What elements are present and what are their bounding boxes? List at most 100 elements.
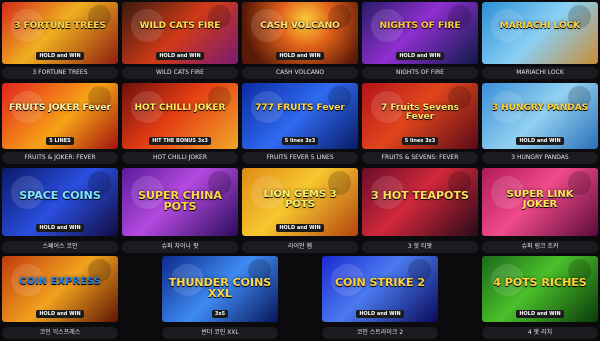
game-thumbnail[interactable]: WILD CATS FIRE HOLD and WIN <box>122 2 238 64</box>
game-tile[interactable]: CASH VOLCANO HOLD and WIN CASH VOLCANO <box>242 2 358 79</box>
game-thumbnail[interactable]: MARIACHI LOCK <box>482 2 598 64</box>
game-tile[interactable]: NIGHTS OF FIRE HOLD and WIN NIGHTS OF FIRE <box>362 2 478 79</box>
game-thumbnail[interactable]: 777 FRUITS Fever 5 lines 3x3 <box>242 83 358 149</box>
game-tile[interactable]: LION GEMS 3 POTS HOLD and WIN 라이언 젬 <box>242 168 358 253</box>
game-thumbnail[interactable]: SPACE COINS HOLD and WIN <box>2 168 118 236</box>
game-tile[interactable]: MARIACHI LOCK MARIACHI LOCK <box>482 2 598 79</box>
game-logo: 3 FORTUNE TREES <box>14 21 106 31</box>
game-title-bar[interactable]: HOT CHILLI JOKER <box>122 152 238 164</box>
game-tile[interactable]: 3 HOT TEAPOTS 3 핫 티팟 <box>362 168 478 253</box>
game-title-bar[interactable]: FRUITS & JOKER: FEVER <box>2 152 118 164</box>
game-title-bar[interactable]: WILD CATS FIRE <box>122 67 238 79</box>
game-title: 스페이스 코인 <box>42 243 78 250</box>
game-logo-subtitle: 5 lines 3x3 <box>242 137 358 145</box>
game-title-bar[interactable]: 썬더 코인 XXL <box>162 327 278 339</box>
game-tile[interactable]: COIN EXPRESS HOLD and WIN 코인 익스프레스 <box>2 256 118 339</box>
game-logo-subtitle: HOLD and WIN <box>482 310 598 318</box>
game-logo-subtitle-text: 5 lines 3x3 <box>401 137 439 145</box>
game-title-bar[interactable]: 슈퍼 링크 조커 <box>482 241 598 253</box>
game-logo: COIN STRIKE 2 <box>334 276 426 289</box>
game-title: 3 HUNGRY PANDAS <box>511 154 569 161</box>
game-logo-subtitle: HOLD and WIN <box>122 52 238 60</box>
game-logo-subtitle-text: HOLD and WIN <box>36 52 84 60</box>
game-thumbnail[interactable]: 4 POTS RICHES HOLD and WIN <box>482 256 598 322</box>
game-tile[interactable]: 7 Fruits Sevens Fever 5 lines 3x3 FRUITS &… <box>362 83 478 164</box>
game-logo: MARIACHI LOCK <box>499 21 581 31</box>
game-grid: 3 FORTUNE TREES HOLD and WIN 3 FORTUNE TRE… <box>0 0 600 341</box>
game-title-bar[interactable]: MARIACHI LOCK <box>482 67 598 79</box>
game-title-bar[interactable]: 3 핫 티팟 <box>362 241 478 253</box>
game-logo: SUPER CHINA POTS <box>138 189 222 213</box>
game-logo: NIGHTS OF FIRE <box>379 21 461 31</box>
game-tile[interactable]: WILD CATS FIRE HOLD and WIN WILD CATS FIRE <box>122 2 238 79</box>
game-tile[interactable]: SUPER LINK JOKER 슈퍼 링크 조커 <box>482 168 598 253</box>
game-thumbnail[interactable]: HOT CHILLI JOKER HIT THE BONUS 3x3 <box>122 83 238 149</box>
game-thumbnail[interactable]: 3 HOT TEAPOTS <box>362 168 478 236</box>
game-thumbnail[interactable]: THUNDER COINS XXL 3x5 <box>162 256 278 322</box>
game-title-bar[interactable]: 4 팟 리치 <box>482 327 598 339</box>
game-logo-subtitle: 5 LINES <box>2 137 118 145</box>
game-title: CASH VOLCANO <box>275 69 325 76</box>
game-title-bar[interactable]: 코인 스트라이크 2 <box>322 327 438 339</box>
game-title: 썬더 코인 XXL <box>201 329 239 336</box>
game-thumbnail[interactable]: 3 HUNGRY PANDAS HOLD and WIN <box>482 83 598 149</box>
game-thumbnail[interactable]: COIN STRIKE 2 HOLD and WIN <box>322 256 438 322</box>
game-title-bar[interactable]: 슈퍼 차이나 팟 <box>122 241 238 253</box>
game-thumbnail[interactable]: SUPER LINK JOKER <box>482 168 598 236</box>
game-thumbnail[interactable]: LION GEMS 3 POTS HOLD and WIN <box>242 168 358 236</box>
game-thumbnail[interactable]: 7 Fruits Sevens Fever 5 lines 3x3 <box>362 83 478 149</box>
game-logo-subtitle-text: 5 LINES <box>46 137 74 145</box>
game-thumbnail[interactable]: COIN EXPRESS HOLD and WIN <box>2 256 118 322</box>
game-logo: CASH VOLCANO <box>260 21 340 31</box>
game-logo-subtitle-text: HIT THE BONUS 3x3 <box>149 137 211 145</box>
game-thumbnail[interactable]: FRUITS JOKER Fever 5 LINES <box>2 83 118 149</box>
game-title-bar[interactable]: 코인 익스프레스 <box>2 327 118 339</box>
game-logo: SPACE COINS <box>19 189 101 202</box>
game-logo-subtitle: HIT THE BONUS 3x3 <box>122 137 238 145</box>
game-title: FRUITS & SEVENS: FEVER <box>381 154 459 161</box>
game-title-bar[interactable]: 라이언 젬 <box>242 241 358 253</box>
game-tile[interactable]: HOT CHILLI JOKER HIT THE BONUS 3x3 HOT CHI… <box>122 83 238 164</box>
game-logo-subtitle-text: HOLD and WIN <box>516 310 564 318</box>
game-title-bar[interactable]: 3 FORTUNE TREES <box>2 67 118 79</box>
game-title-bar[interactable]: CASH VOLCANO <box>242 67 358 79</box>
game-tile[interactable]: 777 FRUITS Fever 5 lines 3x3 FRUITS FEVER … <box>242 83 358 164</box>
game-logo-subtitle-text: HOLD and WIN <box>356 310 404 318</box>
game-tile[interactable]: 3 HUNGRY PANDAS HOLD and WIN 3 HUNGRY PAND… <box>482 83 598 164</box>
game-thumbnail[interactable]: CASH VOLCANO HOLD and WIN <box>242 2 358 64</box>
game-title: 코인 익스프레스 <box>39 329 81 336</box>
game-tile[interactable]: THUNDER COINS XXL 3x5 썬더 코인 XXL <box>162 256 278 339</box>
game-title-bar[interactable]: 3 HUNGRY PANDAS <box>482 152 598 164</box>
game-tile[interactable]: SPACE COINS HOLD and WIN 스페이스 코인 <box>2 168 118 253</box>
game-logo: 4 POTS RICHES <box>493 276 587 289</box>
game-tile[interactable]: 4 POTS RICHES HOLD and WIN 4 팟 리치 <box>482 256 598 339</box>
game-logo-subtitle-text: HOLD and WIN <box>36 310 84 318</box>
game-logo-subtitle: HOLD and WIN <box>2 224 118 232</box>
game-logo-subtitle-text: HOLD and WIN <box>156 52 204 60</box>
game-logo-subtitle: HOLD and WIN <box>362 52 478 60</box>
game-logo: 7 Fruits Sevens Fever <box>380 103 459 122</box>
game-thumbnail[interactable]: NIGHTS OF FIRE HOLD and WIN <box>362 2 478 64</box>
game-tile[interactable]: 3 FORTUNE TREES HOLD and WIN 3 FORTUNE TRE… <box>2 2 118 79</box>
game-logo: FRUITS JOKER Fever <box>9 103 111 113</box>
game-tile[interactable]: FRUITS JOKER Fever 5 LINES FRUITS & JOKER:… <box>2 83 118 164</box>
game-thumbnail[interactable]: SUPER CHINA POTS <box>122 168 238 236</box>
game-logo: LION GEMS 3 POTS <box>263 189 337 210</box>
game-logo-subtitle-text: HOLD and WIN <box>276 52 324 60</box>
game-title-bar[interactable]: 스페이스 코인 <box>2 241 118 253</box>
game-logo-subtitle-text: 5 lines 3x3 <box>281 137 319 145</box>
game-thumbnail[interactable]: 3 FORTUNE TREES HOLD and WIN <box>2 2 118 64</box>
game-logo-subtitle: 3x5 <box>162 310 278 318</box>
game-logo: THUNDER COINS XXL <box>168 276 272 300</box>
game-tile[interactable]: SUPER CHINA POTS 슈퍼 차이나 팟 <box>122 168 238 253</box>
game-title: FRUITS FEVER 5 LINES <box>266 154 334 161</box>
game-title: 3 FORTUNE TREES <box>32 69 88 76</box>
game-tile[interactable]: COIN STRIKE 2 HOLD and WIN 코인 스트라이크 2 <box>322 256 438 339</box>
game-logo: COIN EXPRESS <box>19 276 101 287</box>
game-logo-subtitle-text: HOLD and WIN <box>36 224 84 232</box>
game-title-bar[interactable]: FRUITS & SEVENS: FEVER <box>362 152 478 164</box>
game-title-bar[interactable]: NIGHTS OF FIRE <box>362 67 478 79</box>
game-logo-subtitle: HOLD and WIN <box>2 52 118 60</box>
game-title-bar[interactable]: FRUITS FEVER 5 LINES <box>242 152 358 164</box>
game-title: FRUITS & JOKER: FEVER <box>24 154 96 161</box>
